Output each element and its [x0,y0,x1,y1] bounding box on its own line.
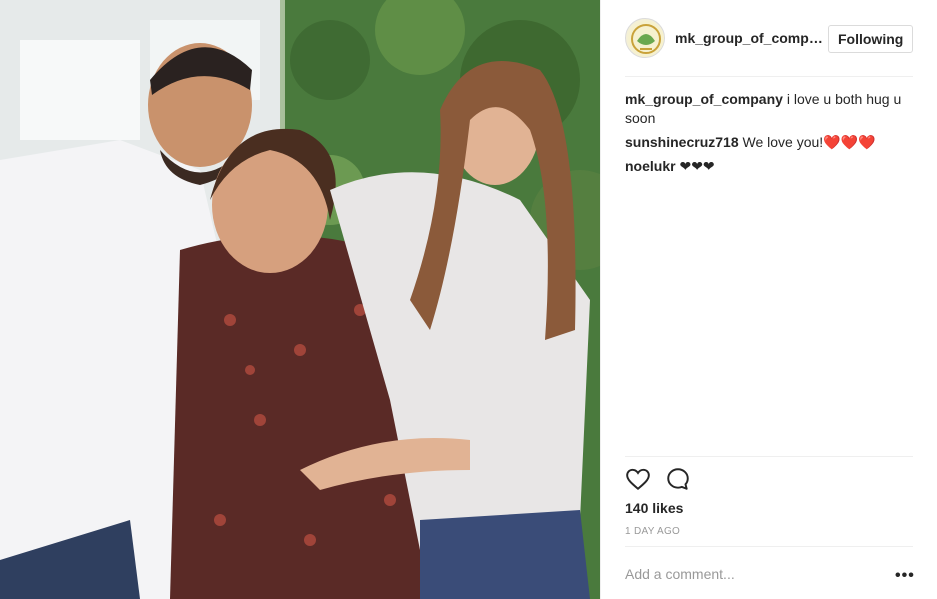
avatar[interactable] [625,18,665,58]
comment-item: sunshinecruz718 We love you!❤️❤️❤️ [625,133,913,152]
comment-icon[interactable] [665,466,691,492]
more-options-icon[interactable]: ••• [895,567,915,585]
post-side-panel: mk_group_of_company Following mk_group_o… [601,0,937,599]
comment-item: mk_group_of_company i love u both hug u … [625,90,913,128]
post-timestamp: 1 DAY AGO [625,526,681,537]
post-header: mk_group_of_company Following [625,18,914,60]
following-button[interactable]: Following [828,25,914,53]
comment-username[interactable]: mk_group_of_company [625,91,783,107]
heart-emoji: ❤️❤️❤️ [823,134,876,150]
post-photo[interactable] [0,0,600,599]
comment-text: We love you! [742,134,824,150]
photo-illustration [0,0,600,599]
comment-item: noelukr ❤❤❤ [625,157,913,176]
mk-logo-icon [628,21,664,57]
comment-username[interactable]: noelukr [625,158,676,174]
comment-text: ❤❤❤ [679,158,715,174]
comments-list: mk_group_of_company i love u both hug u … [625,90,913,181]
comment-divider [625,546,913,547]
header-divider [625,76,913,77]
heart-icon[interactable] [625,466,651,492]
like-count[interactable]: 140 likes [625,500,683,516]
add-comment-input[interactable]: Add a comment... [625,566,865,582]
actions-divider [625,456,913,457]
comment-username[interactable]: sunshinecruz718 [625,134,739,150]
account-username[interactable]: mk_group_of_company [675,30,825,46]
action-bar [625,466,725,494]
